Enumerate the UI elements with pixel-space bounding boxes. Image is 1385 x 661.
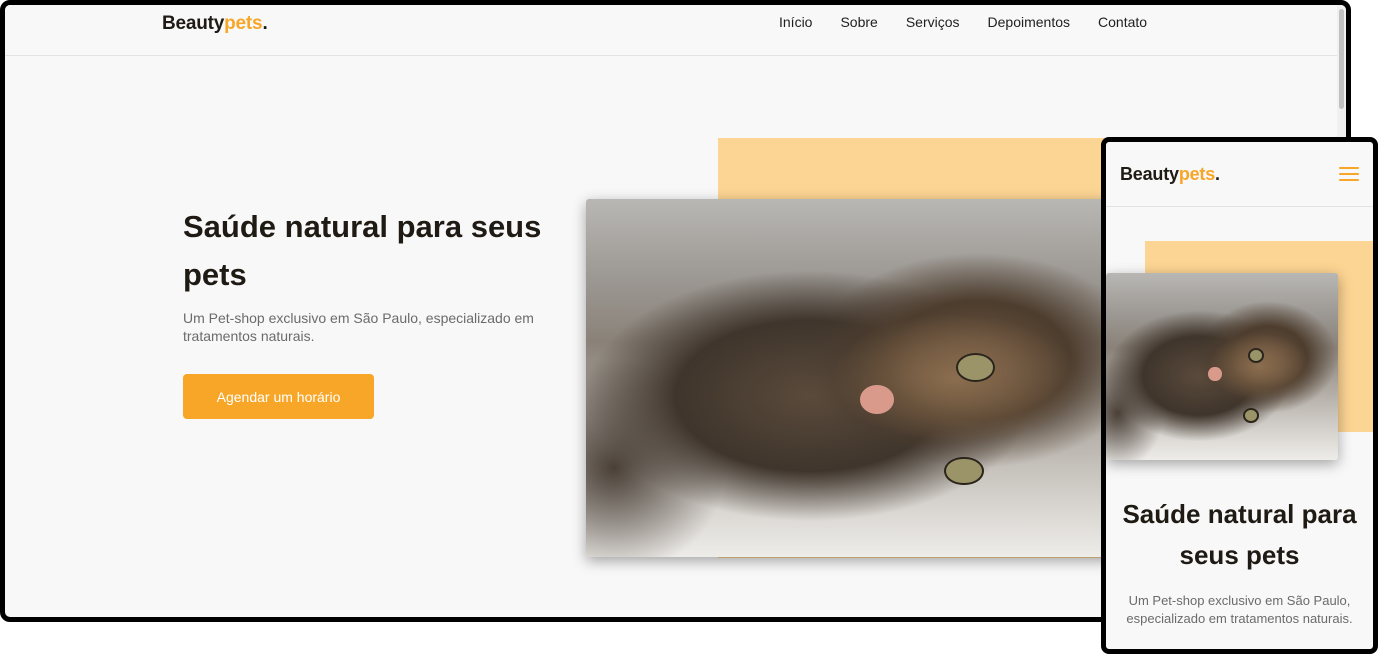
- desktop-nav-menu: Início Sobre Serviços Depoimentos Contat…: [765, 14, 1161, 30]
- logo-dot: .: [1215, 164, 1220, 184]
- nav-item-inicio[interactable]: Início: [779, 14, 812, 30]
- mobile-hero-subtitle: Um Pet-shop exclusivo em São Paulo, espe…: [1126, 593, 1353, 626]
- mobile-logo[interactable]: Beautypets.: [1120, 164, 1220, 185]
- nav-item-sobre[interactable]: Sobre: [840, 14, 877, 30]
- logo-text: Beauty: [162, 13, 225, 34]
- cat-eye-shape: [1247, 347, 1264, 363]
- logo-accent: pets: [1178, 164, 1216, 184]
- cat-eye-shape: [944, 456, 984, 486]
- cat-nose-shape: [1208, 366, 1222, 382]
- logo-dot: .: [262, 13, 268, 34]
- nav-item-contato[interactable]: Contato: [1098, 14, 1147, 30]
- nav-item-servicos[interactable]: Serviços: [906, 14, 960, 30]
- scrollbar-thumb[interactable]: [1339, 9, 1344, 109]
- schedule-button[interactable]: Agendar um horário: [183, 374, 374, 419]
- cat-eye-shape: [955, 352, 995, 382]
- nav-item-depoimentos[interactable]: Depoimentos: [988, 14, 1071, 30]
- cat-photo: [586, 199, 1146, 557]
- logo-text: Beauty: [1120, 164, 1179, 184]
- hero-title: Saúde natural para seus pets: [183, 209, 542, 292]
- desktop-navbar: Beautypets. Início Sobre Serviços Depoim…: [5, 5, 1338, 56]
- mobile-hero-title: Saúde natural para seus pets: [1122, 499, 1357, 570]
- desktop-logo[interactable]: Beautypets.: [162, 13, 268, 35]
- mobile-cat-photo: [1106, 273, 1338, 460]
- cat-eye-shape: [1242, 407, 1260, 423]
- mobile-navbar: Beautypets.: [1106, 142, 1373, 207]
- logo-accent: pets: [224, 13, 263, 34]
- cat-nose-shape: [860, 385, 894, 414]
- mobile-mockup: Beautypets. Saúde natural para seus pets…: [1101, 137, 1378, 654]
- hero-subtitle: Um Pet-shop exclusivo em São Paulo, espe…: [183, 310, 534, 344]
- hamburger-menu-icon[interactable]: [1339, 167, 1359, 181]
